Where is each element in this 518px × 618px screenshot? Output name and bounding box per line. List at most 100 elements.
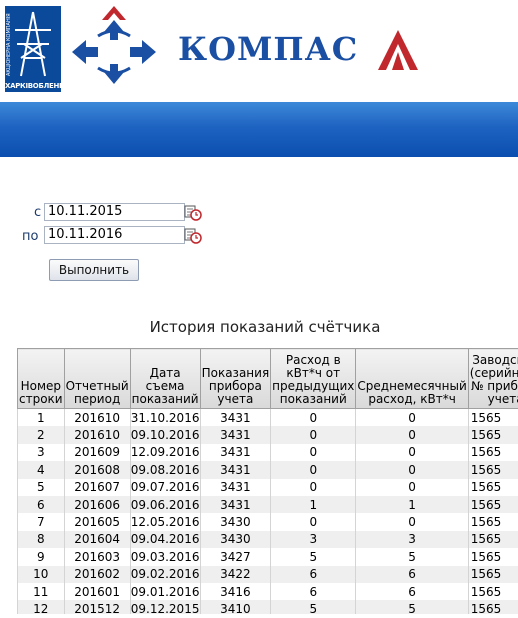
table-cell: 12.05.2016 [129,513,201,531]
table-cell: 201608 [63,461,131,479]
table-row: 11 201601 09.01.2016 3416 6 6 1565 [17,582,518,601]
table-cell: 0 [355,478,469,496]
table-row: 1 201610 31.10.2016 3431 0 0 1565 [17,408,518,427]
table-cell: 09.07.2016 [129,478,201,496]
table-cell: 1565 [467,513,518,531]
table-cell: 0 [355,408,469,427]
table-cell: 201610 [63,408,131,427]
table-cell: 3422 [199,565,272,583]
table-cell: 3430 [199,530,272,549]
table-cell: 1565 [467,478,518,496]
table-cell: 0 [355,461,469,479]
table-cell: 6 [270,565,357,583]
table-cell: 201512 [63,600,131,614]
table-cell: 1565 [467,548,518,566]
table-cell: 0 [270,408,357,427]
history-table-container[interactable]: Номер строки Отчетный период Дата съема … [17,348,518,614]
table-cell: 1565 [467,600,518,614]
table-cell: 4 [17,461,65,479]
calendar-icon[interactable] [184,203,202,225]
column-header[interactable]: Расход в кВт*ч от предыдущих показаний [270,348,357,409]
table-cell: 201607 [63,478,131,496]
brand-title: КОМПАС [178,30,359,68]
table-cell: 3416 [199,582,272,601]
table-cell: 201602 [63,565,131,583]
table-cell: 1565 [467,582,518,601]
table-cell: 3 [17,443,65,462]
table-cell: 10 [17,565,65,583]
table-cell: 09.03.2016 [129,548,201,566]
table-cell: 12 [17,600,65,614]
table-row: 8 201604 09.04.2016 3430 3 3 1565 [17,530,518,549]
table-cell: 6 [355,582,469,601]
table-cell: 1565 [467,426,518,444]
table-cell: 09.01.2016 [129,582,201,601]
table-cell: 09.12.2015 [129,600,201,614]
column-header[interactable]: Номер строки [17,348,65,409]
table-cell: 3427 [199,548,272,566]
table-cell: 6 [355,565,469,583]
table-cell: 6 [17,495,65,514]
table-cell: 5 [270,548,357,566]
table-cell: 3 [270,530,357,549]
table-row: 12 201512 09.12.2015 3410 5 5 1565 [17,600,518,614]
table-cell: 9 [17,548,65,566]
table-cell: 0 [355,513,469,531]
brand-mark-icon [378,30,418,76]
table-cell: 09.02.2016 [129,565,201,583]
table-cell: 3431 [199,461,272,479]
table-cell: 0 [355,443,469,462]
date-from-input[interactable]: 10.11.2015 [44,203,185,221]
table-cell: 3430 [199,513,272,531]
table-cell: 201606 [63,495,131,514]
table-cell: 2 [17,426,65,444]
table-cell: 201601 [63,582,131,601]
table-cell: 0 [355,426,469,444]
table-cell: 0 [270,443,357,462]
table-cell: 0 [270,478,357,496]
column-header[interactable]: Отчетный период [63,348,131,409]
table-cell: 31.10.2016 [129,408,201,427]
table-cell: 3431 [199,426,272,444]
date-to-input[interactable]: 10.11.2016 [44,226,185,244]
table-cell: 1565 [467,495,518,514]
table-cell: 3431 [199,478,272,496]
meter-history-table: Номер строки Отчетный период Дата съема … [17,348,518,614]
table-caption: История показаний счётчика [149,318,381,336]
table-cell: 7 [17,513,65,531]
column-header[interactable]: Заводской (серийный) № прибора учета [467,348,518,409]
table-row: 2 201610 09.10.2016 3431 0 0 1565 [17,426,518,444]
table-cell: 0 [270,513,357,531]
table-cell: 0 [270,461,357,479]
table-cell: 0 [270,426,357,444]
table-cell: 3431 [199,495,272,514]
table-cell: 201610 [63,426,131,444]
table-row: 10 201602 09.02.2016 3422 6 6 1565 [17,565,518,583]
table-cell: 3431 [199,443,272,462]
logo-caption: ХАРКІВОБЛЕНЕРГО [5,82,61,90]
table-cell: 09.06.2016 [129,495,201,514]
column-header[interactable]: Показания прибора учета [199,348,272,409]
table-cell: 5 [355,600,469,614]
table-row: 7 201605 12.05.2016 3430 0 0 1565 [17,513,518,531]
table-cell: 3410 [199,600,272,614]
table-cell: 1565 [467,408,518,427]
kharkivoblenergo-logo: АКЦІОНЕРНА КОМПАНІЯ ХАРКІВОБЛЕНЕРГО [5,6,61,92]
table-row: 4 201608 09.08.2016 3431 0 0 1565 [17,461,518,479]
logo-side-text: АКЦІОНЕРНА КОМПАНІЯ [6,13,12,77]
to-label: по [22,229,39,244]
table-cell: 1 [270,495,357,514]
table-cell: 3431 [199,408,272,427]
from-label: с [34,205,42,220]
table-cell: 201603 [63,548,131,566]
table-cell: 1565 [467,565,518,583]
table-cell: 5 [17,478,65,496]
column-header[interactable]: Среднемесячный расход, кВт*ч [355,348,469,409]
table-cell: 1 [17,408,65,427]
table-cell: 1565 [467,461,518,479]
calendar-icon[interactable] [184,226,202,248]
table-cell: 1565 [467,530,518,549]
column-header[interactable]: Дата съема показаний [129,348,201,409]
table-row: 3 201609 12.09.2016 3431 0 0 1565 [17,443,518,462]
execute-button[interactable]: Выполнить [49,259,139,281]
